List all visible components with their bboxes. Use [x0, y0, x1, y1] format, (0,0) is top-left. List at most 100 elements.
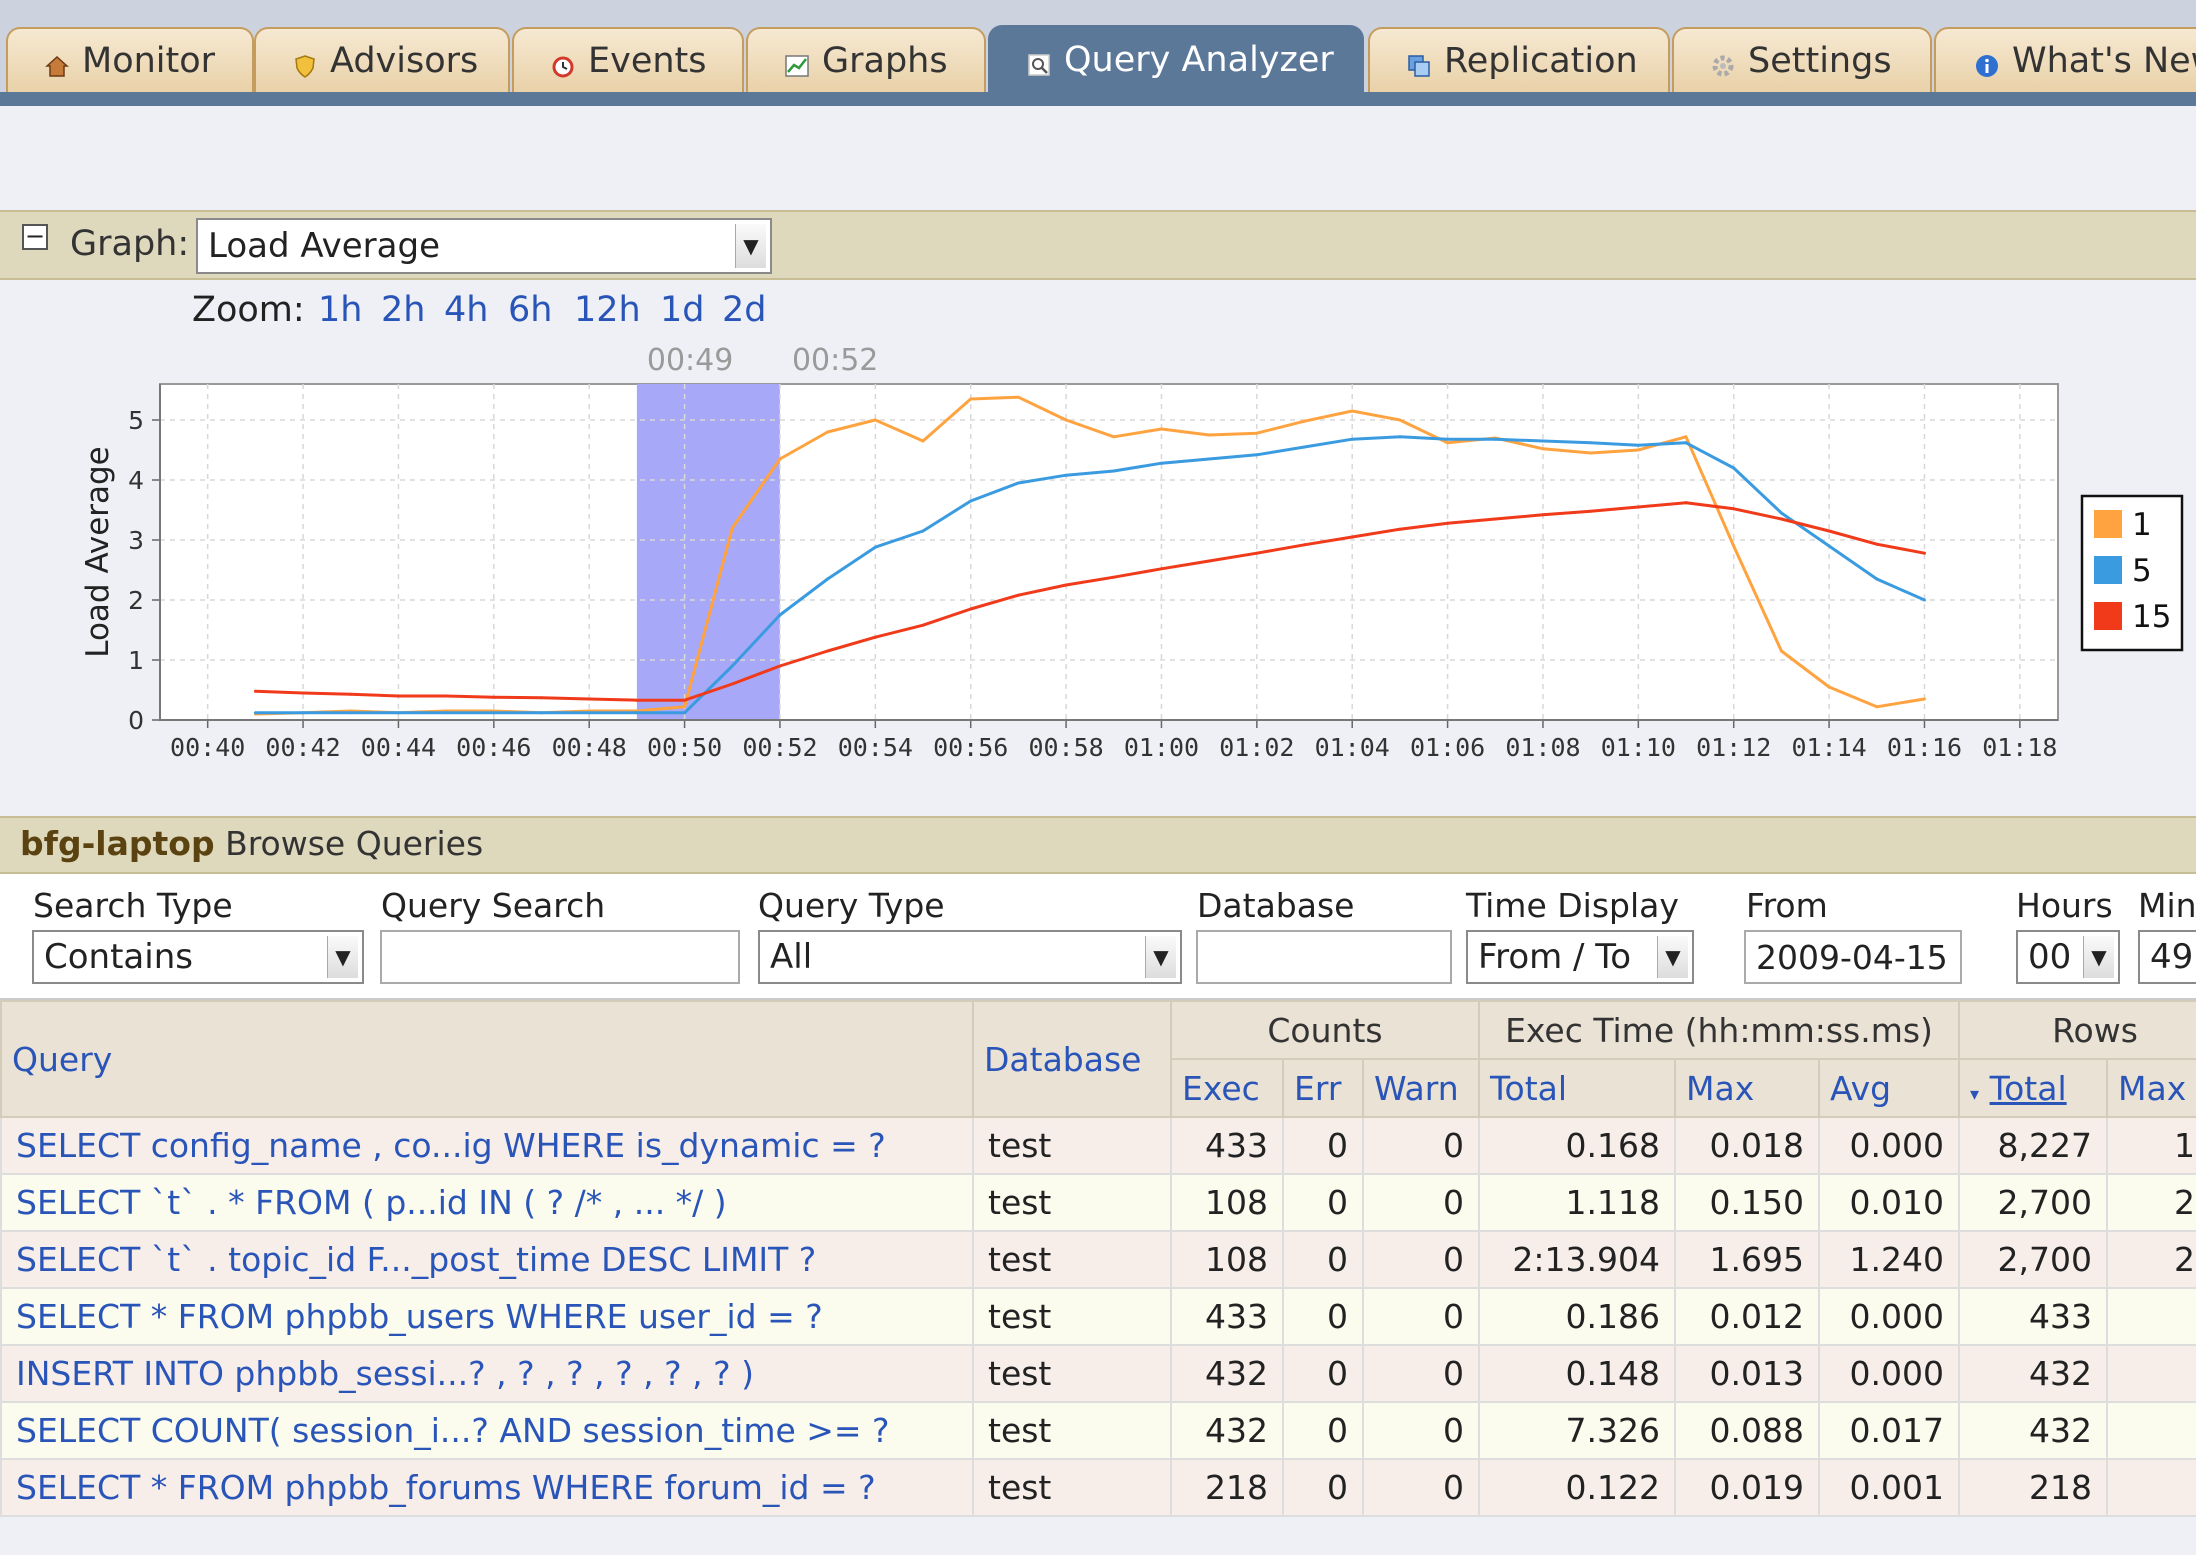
queries-table: Query Database Counts Exec Time (hh:mm:s…: [0, 1000, 2196, 1517]
table-row[interactable]: SELECT * FROM phpbb_forums WHERE forum_i…: [0, 1458, 2196, 1517]
data-point: [1207, 559, 1211, 563]
table-row[interactable]: SELECT config_name , co...ig WHERE is_dy…: [0, 1116, 2196, 1175]
column-header-avg-time[interactable]: Avg: [1817, 1058, 1961, 1118]
data-point: [444, 711, 448, 715]
time-display-select[interactable]: From / To ▼: [1466, 930, 1694, 984]
tab-whats-new[interactable]: What's New: [1934, 27, 2196, 92]
data-point: [301, 691, 305, 695]
query-cell[interactable]: INSERT INTO phpbb_sessi...? , ? , ? , ? …: [0, 1344, 974, 1403]
data-point: [253, 711, 257, 715]
database-cell: test: [972, 1173, 1172, 1232]
data-point: [1827, 685, 1831, 689]
tab-label: Advisors: [330, 40, 479, 81]
data-point: [1064, 583, 1068, 587]
total-time-cell: 0.122: [1478, 1458, 1676, 1517]
y-tick-label: 0: [128, 706, 144, 735]
table-row[interactable]: SELECT * FROM phpbb_users WHERE user_id …: [0, 1287, 2196, 1346]
search-type-value: Contains: [44, 937, 193, 977]
data-point: [1684, 501, 1688, 505]
table-row[interactable]: SELECT `t` . * FROM ( p...id IN ( ? /* ,…: [0, 1173, 2196, 1232]
legend-swatch: [2094, 510, 2122, 538]
data-point: [1255, 551, 1259, 555]
data-point: [921, 529, 925, 533]
query-type-select[interactable]: All ▼: [758, 930, 1182, 984]
data-point: [1016, 593, 1020, 597]
hours-select[interactable]: 00 ▼: [2016, 930, 2120, 984]
tab-label: Events: [588, 40, 707, 81]
column-header-rows-total[interactable]: ▾ Total: [1958, 1058, 2109, 1118]
data-point: [1636, 443, 1640, 447]
gear-icon: [1710, 48, 1736, 76]
search-type-select[interactable]: Contains ▼: [32, 930, 364, 984]
table-row[interactable]: SELECT `t` . topic_id F..._post_time DES…: [0, 1230, 2196, 1289]
legend-swatch: [2094, 556, 2122, 584]
tab-replication[interactable]: Replication: [1368, 27, 1670, 92]
tab-query-analyzer[interactable]: Query Analyzer: [988, 25, 1364, 92]
warn-count-cell: 0: [1362, 1173, 1480, 1232]
data-point: [1779, 511, 1783, 515]
time-display-label: Time Display: [1466, 886, 1679, 925]
rows-total-label: Total: [1989, 1068, 2067, 1108]
query-search-input[interactable]: [380, 930, 740, 984]
tab-graphs[interactable]: Graphs: [746, 27, 986, 92]
column-header-exec[interactable]: Exec: [1170, 1058, 1284, 1118]
query-cell[interactable]: SELECT config_name , co...ig WHERE is_dy…: [0, 1116, 974, 1175]
query-type-label: Query Type: [758, 886, 945, 925]
minutes-select[interactable]: 49: [2138, 930, 2196, 984]
err-count-cell: 0: [1282, 1287, 1364, 1346]
data-point: [778, 457, 782, 461]
query-cell[interactable]: SELECT * FROM phpbb_users WHERE user_id …: [0, 1287, 974, 1346]
tab-label: Monitor: [82, 40, 216, 81]
database-cell: test: [972, 1287, 1172, 1346]
total-time-cell: 7.326: [1478, 1401, 1676, 1460]
legend-entry: 15: [2132, 599, 2171, 635]
tab-monitor[interactable]: Monitor: [6, 27, 254, 92]
data-point: [1684, 441, 1688, 445]
data-point: [1398, 527, 1402, 531]
query-cell[interactable]: SELECT `t` . * FROM ( p...id IN ( ? /* ,…: [0, 1173, 974, 1232]
collapse-toggle-button[interactable]: −: [22, 224, 48, 250]
column-header-total-time[interactable]: Total: [1478, 1058, 1676, 1118]
queries-table-body: SELECT config_name , co...ig WHERE is_dy…: [0, 1116, 2196, 1517]
data-point: [492, 711, 496, 715]
data-point: [873, 635, 877, 639]
legend-entry: 5: [2132, 553, 2152, 589]
database-input[interactable]: [1196, 930, 1452, 984]
data-point: [1827, 544, 1831, 548]
data-point: [301, 711, 305, 715]
tab-label: Settings: [1748, 40, 1892, 81]
column-header-max-time[interactable]: Max: [1674, 1058, 1820, 1118]
avg-time-cell: 0.017: [1817, 1401, 1961, 1460]
table-row[interactable]: SELECT COUNT( session_i...? AND session_…: [0, 1401, 2196, 1460]
from-date-input[interactable]: 2009-04-15: [1744, 930, 1962, 984]
query-cell[interactable]: SELECT `t` . topic_id F..._post_time DES…: [0, 1230, 974, 1289]
data-point: [1159, 567, 1163, 571]
tab-events[interactable]: Events: [512, 27, 744, 92]
data-point: [826, 430, 830, 434]
load-average-chart[interactable]: 00:49 00:52 00:40 00:42 00:44 00:46 00:48 00:50…: [0, 280, 2196, 816]
column-header-rows-max[interactable]: Max: [2106, 1058, 2196, 1118]
warn-count-cell: 0: [1362, 1230, 1480, 1289]
column-header-warn[interactable]: Warn: [1362, 1058, 1480, 1118]
data-point: [540, 696, 544, 700]
data-point: [969, 499, 973, 503]
data-point: [1159, 427, 1163, 431]
x-tick-label: 01:08: [1505, 733, 1580, 762]
x-tick-label: 00:50: [647, 733, 722, 762]
table-row[interactable]: INSERT INTO phpbb_sessi...? , ? , ? , ? …: [0, 1344, 2196, 1403]
column-header-database[interactable]: Database: [972, 1000, 1172, 1118]
graph-panel-header: − Graph: Load Average ▼: [0, 210, 2196, 280]
exec-count-cell: 432: [1170, 1401, 1284, 1460]
column-header-query[interactable]: Query: [0, 1000, 974, 1118]
avg-time-cell: 0.000: [1817, 1116, 1961, 1175]
query-cell[interactable]: SELECT COUNT( session_i...? AND session_…: [0, 1401, 974, 1460]
query-cell[interactable]: SELECT * FROM phpbb_forums WHERE forum_i…: [0, 1458, 974, 1517]
rows-max-cell: 1: [2106, 1287, 2196, 1346]
column-header-err[interactable]: Err: [1282, 1058, 1364, 1118]
data-point: [778, 613, 782, 617]
data-point: [1255, 453, 1259, 457]
tab-advisors[interactable]: Advisors: [254, 27, 510, 92]
exec-count-cell: 218: [1170, 1458, 1284, 1517]
graph-type-select[interactable]: Load Average ▼: [196, 218, 772, 274]
tab-settings[interactable]: Settings: [1672, 27, 1932, 92]
